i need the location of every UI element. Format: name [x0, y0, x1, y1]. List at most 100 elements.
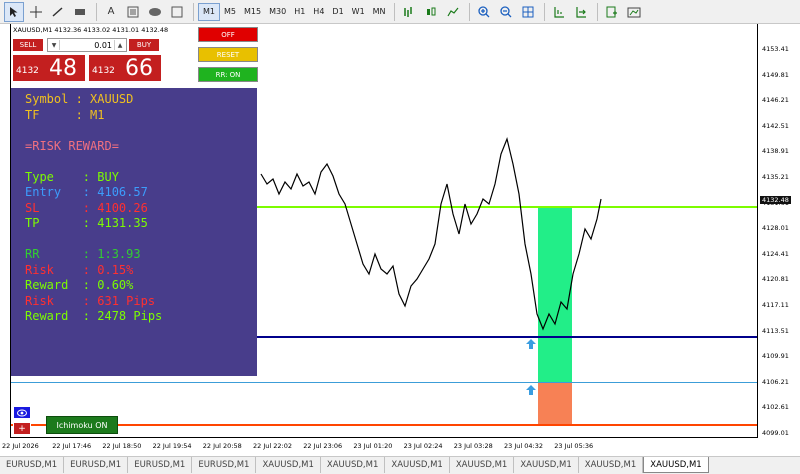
price-axis-label: 4102.61	[762, 403, 789, 412]
chart-tab[interactable]: XAUUSD,M1	[643, 457, 709, 473]
price-axis-label: 4142.51	[762, 121, 789, 130]
templates-icon[interactable]	[624, 2, 644, 22]
text-icon[interactable]: A	[101, 2, 121, 22]
buy-price-pips: 66	[125, 56, 153, 81]
info-line: RR : 1:3.93	[25, 247, 141, 261]
sell-button[interactable]: SELL	[12, 38, 44, 52]
price-axis-label: 4153.41	[762, 45, 789, 53]
buy-button[interactable]: BUY	[128, 38, 160, 52]
terminal-window: A M1 M5 M15 M30 H1 H4 D1 W1 MN XAUUSD,M1…	[0, 0, 800, 474]
timeframe-h1[interactable]: H1	[290, 3, 309, 21]
chart-tab[interactable]: EURUSD,M1	[192, 457, 257, 473]
toolbar-separator	[193, 2, 194, 21]
lot-decrease-icon[interactable]: ▼	[49, 40, 60, 50]
time-axis-label: 23 Jul 03:28	[453, 442, 493, 450]
line-tools-icon[interactable]	[48, 2, 68, 22]
price-axis-label: 4124.41	[762, 249, 789, 258]
timeframe-m5[interactable]: M5	[220, 3, 240, 21]
chart-tab[interactable]: XAUUSD,M1	[321, 457, 386, 473]
current-price-label: 4132.48	[760, 196, 791, 204]
time-axis-label: 23 Jul 02:24	[403, 442, 443, 450]
time-axis-label: 23 Jul 01:20	[353, 442, 393, 450]
autoscroll-icon[interactable]	[571, 2, 591, 22]
timeframe-d1[interactable]: D1	[328, 3, 347, 21]
price-axis-label: 4149.81	[762, 70, 789, 79]
chart-tab[interactable]: XAUUSD,M1	[579, 457, 644, 473]
info-line: TP : 4131.35	[25, 216, 148, 230]
timeframe-m15[interactable]: M15	[240, 3, 265, 21]
time-axis-label: 22 Jul 17:46	[52, 442, 92, 450]
price-axis-label: 4135.21	[762, 173, 789, 181]
price-axis: 4153.41 4149.81 4146.21 4142.51 4138.91 4135.…	[758, 24, 800, 438]
info-line: Entry : 4106.57	[25, 185, 148, 199]
time-axis-label: 22 Jul 22:02	[253, 442, 292, 450]
chart-window: XAUUSD,M1 4132.36 4133.02 4131.01 4132.4…	[0, 24, 800, 456]
zoom-in-icon[interactable]	[474, 2, 494, 22]
sell-price-box[interactable]: 4132 48	[12, 54, 86, 82]
time-axis: 22 Jul 2026 22 Jul 17:46 22 Jul 18:50 22 Ju…	[2, 438, 758, 456]
toolbar-separator	[596, 2, 598, 21]
indicators-icon[interactable]	[602, 2, 622, 22]
label-icon[interactable]	[123, 2, 143, 22]
ichimoku-toggle-button[interactable]: Ichimoku ON	[46, 416, 118, 434]
buy-price-prefix: 4132	[92, 66, 115, 76]
chart-tab[interactable]: EURUSD,M1	[128, 457, 193, 473]
price-axis-label: 4146.21	[762, 96, 789, 105]
price-axis-label: 4128.01	[762, 224, 789, 233]
ellipse-icon[interactable]	[145, 2, 165, 22]
chart-shift-icon[interactable]	[549, 2, 569, 22]
plus-button[interactable]: +	[13, 422, 31, 435]
info-line: TF : M1	[25, 107, 105, 122]
chart-tab[interactable]: EURUSD,M1	[0, 457, 65, 473]
line-chart-icon[interactable]	[443, 2, 463, 22]
chart-tab[interactable]: XAUUSD,M1	[514, 457, 579, 473]
rr-toggle-button[interactable]: RR: ON	[198, 67, 258, 82]
info-line: Reward : 0.60%	[25, 278, 134, 292]
price-axis-label: 4109.91	[762, 352, 789, 361]
timeframe-w1[interactable]: W1	[348, 3, 369, 21]
current-arrow-icon	[526, 385, 536, 395]
price-axis-label: 4099.01	[762, 429, 789, 437]
time-axis-label: 22 Jul 19:54	[152, 442, 192, 450]
eye-icon[interactable]	[13, 406, 31, 419]
chart-tab[interactable]: XAUUSD,M1	[385, 457, 450, 473]
bar-chart-icon[interactable]	[399, 2, 419, 22]
tile-windows-icon[interactable]	[518, 2, 538, 22]
info-line: SL : 4100.26	[25, 200, 148, 215]
info-line: Type : BUY	[25, 169, 119, 184]
time-axis-label: 22 Jul 2026	[2, 442, 39, 450]
reset-button[interactable]: RESET	[198, 47, 258, 62]
time-axis-label: 22 Jul 23:06	[303, 442, 343, 450]
timeframe-bar: M1 M5 M15 M30 H1 H4 D1 W1 MN	[198, 2, 390, 21]
lot-value: 0.01	[94, 40, 112, 50]
one-click-trading-panel: SELL ▼ 0.01 ▲ BUY 4132 48 4132 66	[12, 38, 162, 84]
lot-size-input[interactable]: ▼ 0.01 ▲	[47, 38, 127, 52]
timeframe-h4[interactable]: H4	[309, 3, 328, 21]
timeframe-mn[interactable]: MN	[369, 3, 390, 21]
timeframe-m1[interactable]: M1	[198, 2, 220, 21]
price-axis-label: 4138.91	[762, 147, 789, 156]
timeframe-m30[interactable]: M30	[265, 3, 290, 21]
lot-increase-icon[interactable]: ▲	[114, 40, 125, 50]
info-line: Risk : 0.15%	[25, 262, 134, 277]
toolbar-separator	[393, 2, 395, 21]
chart-tab[interactable]: EURUSD,M1	[64, 457, 129, 473]
time-axis-label: 23 Jul 05:36	[554, 442, 594, 450]
off-button[interactable]: OFF	[198, 27, 258, 42]
cursor-icon[interactable]	[4, 1, 24, 22]
price-axis-label: 4120.81	[762, 275, 789, 284]
price-axis-label: 4113.51	[762, 326, 789, 335]
chart-tab[interactable]: XAUUSD,M1	[256, 457, 321, 473]
toolbar-separator	[543, 2, 545, 21]
crosshair-icon[interactable]	[26, 2, 46, 22]
zoom-out-icon[interactable]	[496, 2, 516, 22]
sell-price-prefix: 4132	[16, 66, 39, 76]
toolbar-separator	[96, 2, 97, 21]
candle-chart-icon[interactable]	[421, 2, 441, 22]
sell-price-pips: 48	[49, 56, 77, 81]
buy-price-box[interactable]: 4132 66	[88, 54, 162, 82]
time-axis-label: 22 Jul 20:58	[202, 442, 242, 450]
shapes-icon[interactable]	[167, 2, 187, 22]
chart-tab[interactable]: XAUUSD,M1	[450, 457, 515, 473]
rectangle-icon[interactable]	[70, 2, 90, 22]
